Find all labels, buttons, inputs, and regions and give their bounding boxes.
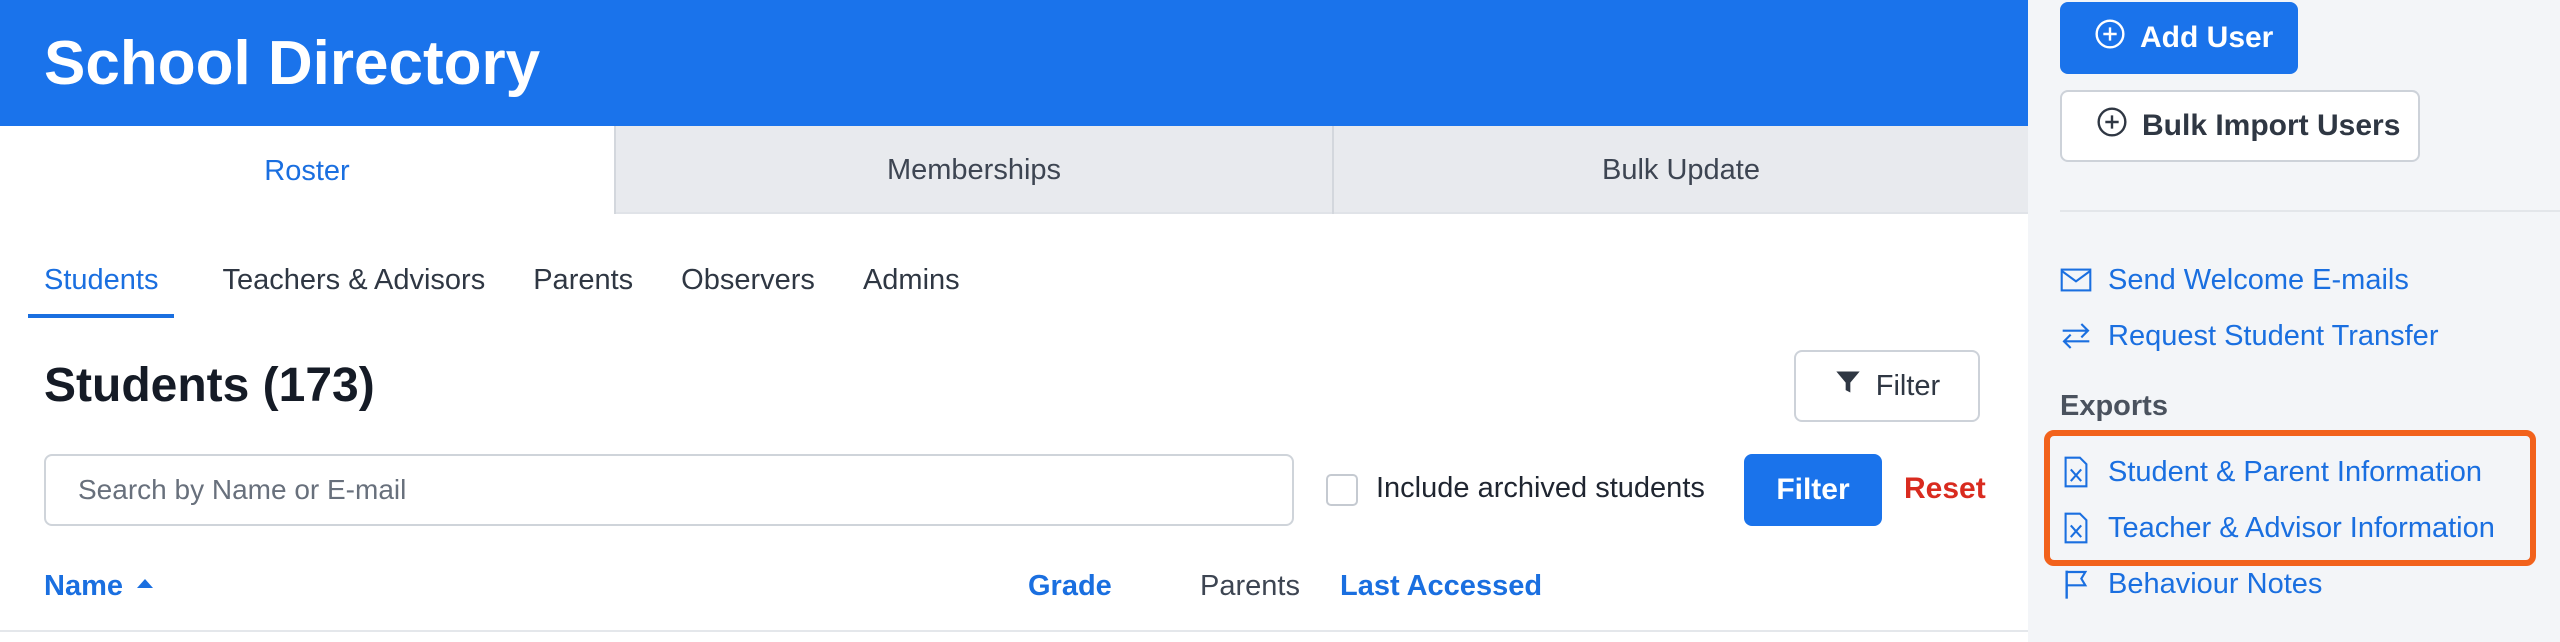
role-subtabs: Students Teachers & Advisors Parents Obs… — [28, 258, 1008, 318]
column-name-label: Name — [44, 570, 123, 602]
bulk-import-label: Bulk Import Users — [2142, 109, 2401, 142]
sidebar-divider — [2060, 210, 2560, 212]
main-panel: School Directory Roster Memberships Bulk… — [0, 0, 2028, 642]
table-header-divider — [0, 630, 2028, 632]
tab-memberships[interactable]: Memberships — [614, 126, 1332, 214]
column-header-last-accessed[interactable]: Last Accessed — [1340, 570, 1542, 603]
sort-ascending-icon — [137, 578, 153, 588]
archived-checkbox-label[interactable]: Include archived students — [1376, 472, 1705, 505]
page-header: School Directory — [0, 0, 2028, 126]
exports-heading: Exports — [2060, 390, 2168, 422]
column-header-name[interactable]: Name — [44, 570, 153, 603]
plus-circle-icon — [2096, 106, 2128, 146]
students-heading: Students (173) — [44, 359, 375, 412]
add-user-button[interactable]: Add User — [2060, 2, 2298, 74]
subtab-observers[interactable]: Observers — [681, 258, 815, 318]
envelope-icon — [2060, 264, 2092, 296]
subtab-teachers-advisors[interactable]: Teachers & Advisors — [222, 258, 485, 318]
bulk-import-button[interactable]: Bulk Import Users — [2060, 90, 2420, 162]
behaviour-notes-label: Behaviour Notes — [2108, 567, 2323, 600]
flag-icon — [2060, 568, 2092, 600]
page-title: School Directory — [44, 29, 541, 98]
archived-checkbox[interactable] — [1326, 474, 1358, 506]
column-header-grade[interactable]: Grade — [1028, 570, 1112, 603]
search-input[interactable] — [44, 454, 1294, 526]
exports-highlight-box — [2044, 430, 2536, 566]
tab-roster[interactable]: Roster — [0, 126, 614, 216]
subtab-admins[interactable]: Admins — [863, 258, 960, 318]
send-welcome-emails-link[interactable]: Send Welcome E-mails — [2060, 259, 2409, 301]
send-welcome-emails-label: Send Welcome E-mails — [2108, 263, 2409, 296]
subtab-parents[interactable]: Parents — [533, 258, 633, 318]
transfer-arrows-icon — [2060, 320, 2092, 352]
filter-toggle-button[interactable]: Filter — [1794, 350, 1980, 422]
filter-toggle-label: Filter — [1875, 369, 1941, 402]
subtab-students[interactable]: Students — [28, 258, 175, 318]
request-student-transfer-link[interactable]: Request Student Transfer — [2060, 315, 2438, 357]
reset-link[interactable]: Reset — [1904, 472, 1986, 506]
request-student-transfer-label: Request Student Transfer — [2108, 319, 2439, 352]
behaviour-notes-link[interactable]: Behaviour Notes — [2060, 563, 2322, 605]
funnel-icon — [1834, 368, 1862, 404]
plus-circle-icon — [2094, 18, 2126, 58]
column-header-parents: Parents — [1200, 570, 1300, 602]
apply-filter-button[interactable]: Filter — [1744, 454, 1882, 526]
tab-bulk-update[interactable]: Bulk Update — [1332, 126, 2028, 214]
add-user-label: Add User — [2140, 21, 2274, 54]
tab-bar: Roster Memberships Bulk Update — [0, 126, 2028, 216]
